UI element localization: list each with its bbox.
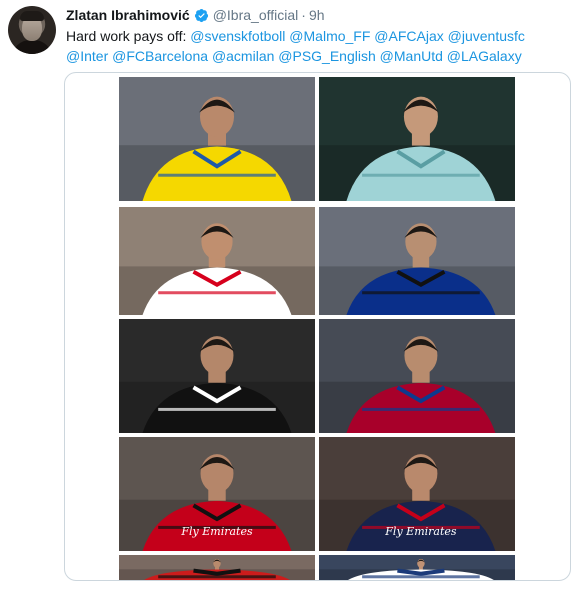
tweet-text-prefix: Hard work pays off: [66,28,191,44]
mention-inter[interactable]: @Inter [66,48,108,64]
tweet-text: Hard work pays off: @svenskfotboll @Malm… [66,26,570,66]
media-image-card[interactable]: Fly Emirates Fly Emirates [64,72,571,581]
mention-manutd[interactable]: @ManUtd [380,48,443,64]
mention-lagalaxy[interactable]: @LAGalaxy [447,48,522,64]
verified-badge-icon [194,8,209,23]
collage-photo: Fly Emirates [319,437,515,551]
jersey-sponsor-text: Fly Emirates [384,525,457,538]
jersey-sponsor-text: Fly Emirates [180,525,253,538]
author-display-name[interactable]: Zlatan Ibrahimović [66,7,190,23]
collage-photo [119,319,315,433]
separator-dot: · [301,7,306,23]
avatar-shoulders [12,40,52,54]
mention-psg-english[interactable]: @PSG_English [278,48,375,64]
mention-afcajax[interactable]: @AFCAjax [374,28,443,44]
tweet-header: Zlatan Ibrahimović @Ibra_official · 9h [66,6,325,24]
collage-photo [319,207,515,315]
collage-photo [319,319,515,433]
collage-photo [119,207,315,315]
collage-photo [319,77,515,201]
avatar-hair [20,11,44,21]
tweet[interactable]: Zlatan Ibrahimović @Ibra_official · 9h H… [0,0,576,590]
mention-malmo-ff[interactable]: @Malmo_FF [289,28,370,44]
collage-photo [119,555,315,580]
photo-collage: Fly Emirates Fly Emirates [119,77,515,580]
collage-photo [119,77,315,201]
mention-svenskfotboll[interactable]: @svenskfotboll [190,28,285,44]
collage-photo: Fly Emirates [119,437,315,551]
author-handle[interactable]: @Ibra_official [213,7,299,23]
collage-photo [319,555,515,580]
tweet-timestamp[interactable]: 9h [309,7,325,23]
mention-acmilan[interactable]: @acmilan [212,48,274,64]
mention-juventusfc[interactable]: @juventusfc [448,28,525,44]
avatar[interactable] [8,6,56,54]
mention-fcbarcelona[interactable]: @FCBarcelona [112,48,208,64]
